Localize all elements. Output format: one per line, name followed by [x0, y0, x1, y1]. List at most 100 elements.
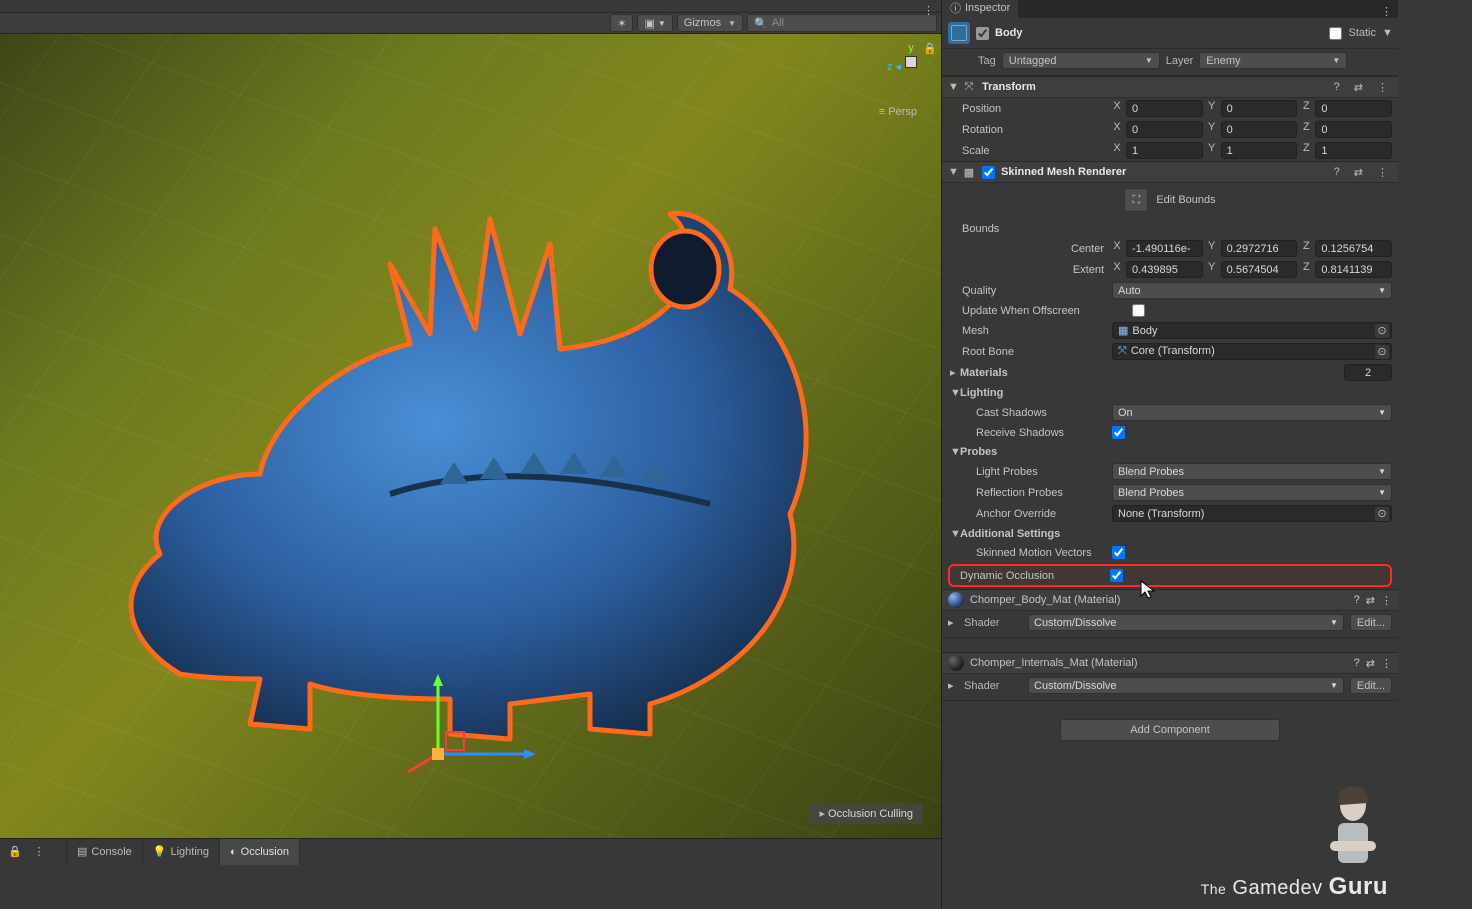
help-icon[interactable]: ? — [1330, 166, 1344, 178]
pos-x-field[interactable]: 0 — [1126, 100, 1203, 117]
help-icon[interactable]: ? — [1354, 594, 1360, 606]
center-z[interactable]: 0.1256754 — [1315, 240, 1392, 257]
extent-z[interactable]: 0.8141139 — [1315, 261, 1392, 278]
component-transform-header[interactable]: ▼ ⤧ Transform ? ⇄ ⋮ — [942, 76, 1398, 98]
tag-dropdown[interactable]: Untagged▼ — [1002, 52, 1160, 69]
rot-y-field[interactable]: 0 — [1221, 121, 1298, 138]
preset-icon[interactable]: ⇄ — [1366, 657, 1375, 670]
material-shader-row-1: ▸ Shader Custom/Dissolve▼ Edit... — [942, 674, 1398, 701]
extent-y[interactable]: 0.5674504 — [1221, 261, 1298, 278]
rot-z-field[interactable]: 0 — [1315, 121, 1392, 138]
update-offscreen-checkbox[interactable] — [1132, 304, 1145, 317]
foldout-icon[interactable]: ▼ — [950, 446, 960, 458]
pos-z-field[interactable]: 0 — [1315, 100, 1392, 117]
rot-x-field[interactable]: 0 — [1126, 121, 1203, 138]
help-icon[interactable]: ? — [1330, 81, 1344, 93]
anchor-override-row: Anchor Override None (Transform) ⊙ — [942, 503, 1398, 524]
add-component-button[interactable]: Add Component — [1060, 719, 1280, 741]
lock-icon[interactable]: 🔒 — [923, 42, 937, 55]
materials-count[interactable]: 2 — [1344, 364, 1392, 381]
preset-icon[interactable]: ⇄ — [1350, 81, 1367, 94]
rotation-row: Rotation X0 Y0 Z0 — [942, 119, 1398, 140]
static-checkbox[interactable] — [1329, 27, 1342, 40]
material-header-1[interactable]: Chomper_Internals_Mat (Material) ? ⇄ ⋮ — [942, 652, 1398, 674]
object-picker-icon[interactable]: ⊙ — [1375, 324, 1389, 338]
lock-icon[interactable]: 🔒 — [6, 843, 24, 861]
probes-row[interactable]: ▼ Probes — [942, 442, 1398, 461]
foldout-icon[interactable]: ▸ — [948, 616, 958, 629]
orientation-gizmo[interactable]: 🔒 y z ◂ — [905, 42, 917, 70]
menu-icon[interactable]: ⋮ — [1381, 657, 1392, 670]
menu-icon[interactable]: ⋮ — [1373, 81, 1392, 94]
help-icon[interactable]: ? — [1354, 657, 1360, 669]
tab-occlusion[interactable]: ◐ Occlusion — [220, 839, 300, 865]
foldout-icon[interactable]: ▼ — [950, 528, 960, 540]
receive-shadows-checkbox[interactable] — [1112, 426, 1125, 439]
shader-edit-button[interactable]: Edit... — [1350, 614, 1392, 631]
shader-edit-button[interactable]: Edit... — [1350, 677, 1392, 694]
menu-icon[interactable]: ⋮ — [1373, 166, 1392, 179]
overflow-icon[interactable]: ⋮ — [923, 4, 935, 17]
scene-view[interactable]: 🔒 y z ◂ ≡ Persp — [0, 34, 941, 838]
gameobject-enabled-checkbox[interactable] — [976, 27, 989, 40]
layer-dropdown[interactable]: Enemy▼ — [1199, 52, 1347, 69]
cast-shadows-dropdown[interactable]: On▼ — [1112, 404, 1392, 421]
scale-y-field[interactable]: 1 — [1221, 142, 1298, 159]
mesh-field[interactable]: ▦Body ⊙ — [1112, 322, 1392, 339]
smr-enabled-checkbox[interactable] — [982, 166, 995, 179]
scale-x-field[interactable]: 1 — [1126, 142, 1203, 159]
additional-settings-row[interactable]: ▼ Additional Settings — [942, 524, 1398, 543]
dynamic-occlusion-checkbox[interactable] — [1110, 569, 1123, 582]
foldout-icon[interactable]: ▸ — [948, 679, 958, 692]
gameobject-name[interactable]: Body — [995, 27, 1023, 39]
gameobject-icon[interactable] — [948, 22, 970, 44]
gizmo-cube[interactable] — [905, 56, 917, 68]
skinned-motion-checkbox[interactable] — [1112, 546, 1125, 559]
occlusion-overlay-badge[interactable]: Occlusion Culling — [809, 803, 923, 824]
lighting-row[interactable]: ▼ Lighting — [942, 383, 1398, 402]
shader-dropdown[interactable]: Custom/Dissolve▼ — [1028, 677, 1344, 694]
scene-search[interactable]: 🔍 All — [747, 14, 937, 32]
preset-icon[interactable]: ⇄ — [1350, 166, 1367, 179]
component-smr-header[interactable]: ▼ ▩ Skinned Mesh Renderer ? ⇄ ⋮ — [942, 161, 1398, 183]
projection-label[interactable]: ≡ Persp — [879, 106, 917, 118]
light-probes-dropdown[interactable]: Blend Probes▼ — [1112, 463, 1392, 480]
panel-menu-icon[interactable]: ⋮ — [1375, 5, 1398, 18]
materials-row[interactable]: ▸ Materials 2 — [942, 362, 1398, 383]
root-bone-field[interactable]: ⤧Core (Transform) ⊙ — [1112, 343, 1392, 360]
tab-lighting[interactable]: 💡 Lighting — [143, 839, 220, 865]
edit-bounds-button[interactable]: ⛶ — [1124, 188, 1148, 212]
preset-icon[interactable]: ⇄ — [1366, 594, 1375, 607]
tab-console[interactable]: ▤ Console — [66, 839, 143, 865]
object-picker-icon[interactable]: ⊙ — [1375, 507, 1389, 521]
scale-z-field[interactable]: 1 — [1315, 142, 1392, 159]
anchor-override-field[interactable]: None (Transform) ⊙ — [1112, 505, 1392, 522]
foldout-icon[interactable]: ▼ — [948, 166, 956, 178]
layer-label: Layer — [1166, 55, 1194, 67]
pos-y-field[interactable]: 0 — [1221, 100, 1298, 117]
dynamic-occlusion-label: Dynamic Occlusion — [960, 570, 1110, 582]
center-y[interactable]: 0.2972716 — [1221, 240, 1298, 257]
static-dropdown-icon[interactable]: ▼ — [1382, 27, 1392, 39]
foldout-icon[interactable]: ▸ — [950, 366, 960, 379]
gameobject-header: Body Static ▼ — [942, 18, 1398, 49]
foldout-icon[interactable]: ▼ — [948, 81, 956, 93]
transform-gizmo[interactable] — [418, 674, 538, 774]
quality-dropdown[interactable]: Auto▼ — [1112, 282, 1392, 299]
gizmos-dropdown[interactable]: Gizmos — [677, 14, 743, 32]
shader-dropdown[interactable]: Custom/Dissolve▼ — [1028, 614, 1344, 631]
center-x[interactable]: -1.490116e- — [1126, 240, 1203, 257]
menu-icon[interactable]: ⋮ — [1381, 594, 1392, 607]
object-picker-icon[interactable]: ⊙ — [1375, 345, 1389, 359]
tab-inspector[interactable]: ⓘ Inspector — [942, 0, 1018, 18]
camera-button[interactable]: ▣▼ — [637, 14, 672, 32]
overflow-icon[interactable]: ⋮ — [30, 843, 48, 861]
scene-toolbar: ⋮ ✶ ▣▼ Gizmos 🔍 All — [0, 12, 941, 34]
reflection-probes-dropdown[interactable]: Blend Probes▼ — [1112, 484, 1392, 501]
extent-x[interactable]: 0.439895 — [1126, 261, 1203, 278]
material-header-0[interactable]: Chomper_Body_Mat (Material) ? ⇄ ⋮ — [942, 589, 1398, 611]
tools-button[interactable]: ✶ — [610, 14, 633, 32]
dynamic-occlusion-highlight: Dynamic Occlusion — [948, 564, 1392, 587]
foldout-icon[interactable]: ▼ — [950, 387, 960, 399]
axis-y-label: y — [905, 42, 917, 54]
